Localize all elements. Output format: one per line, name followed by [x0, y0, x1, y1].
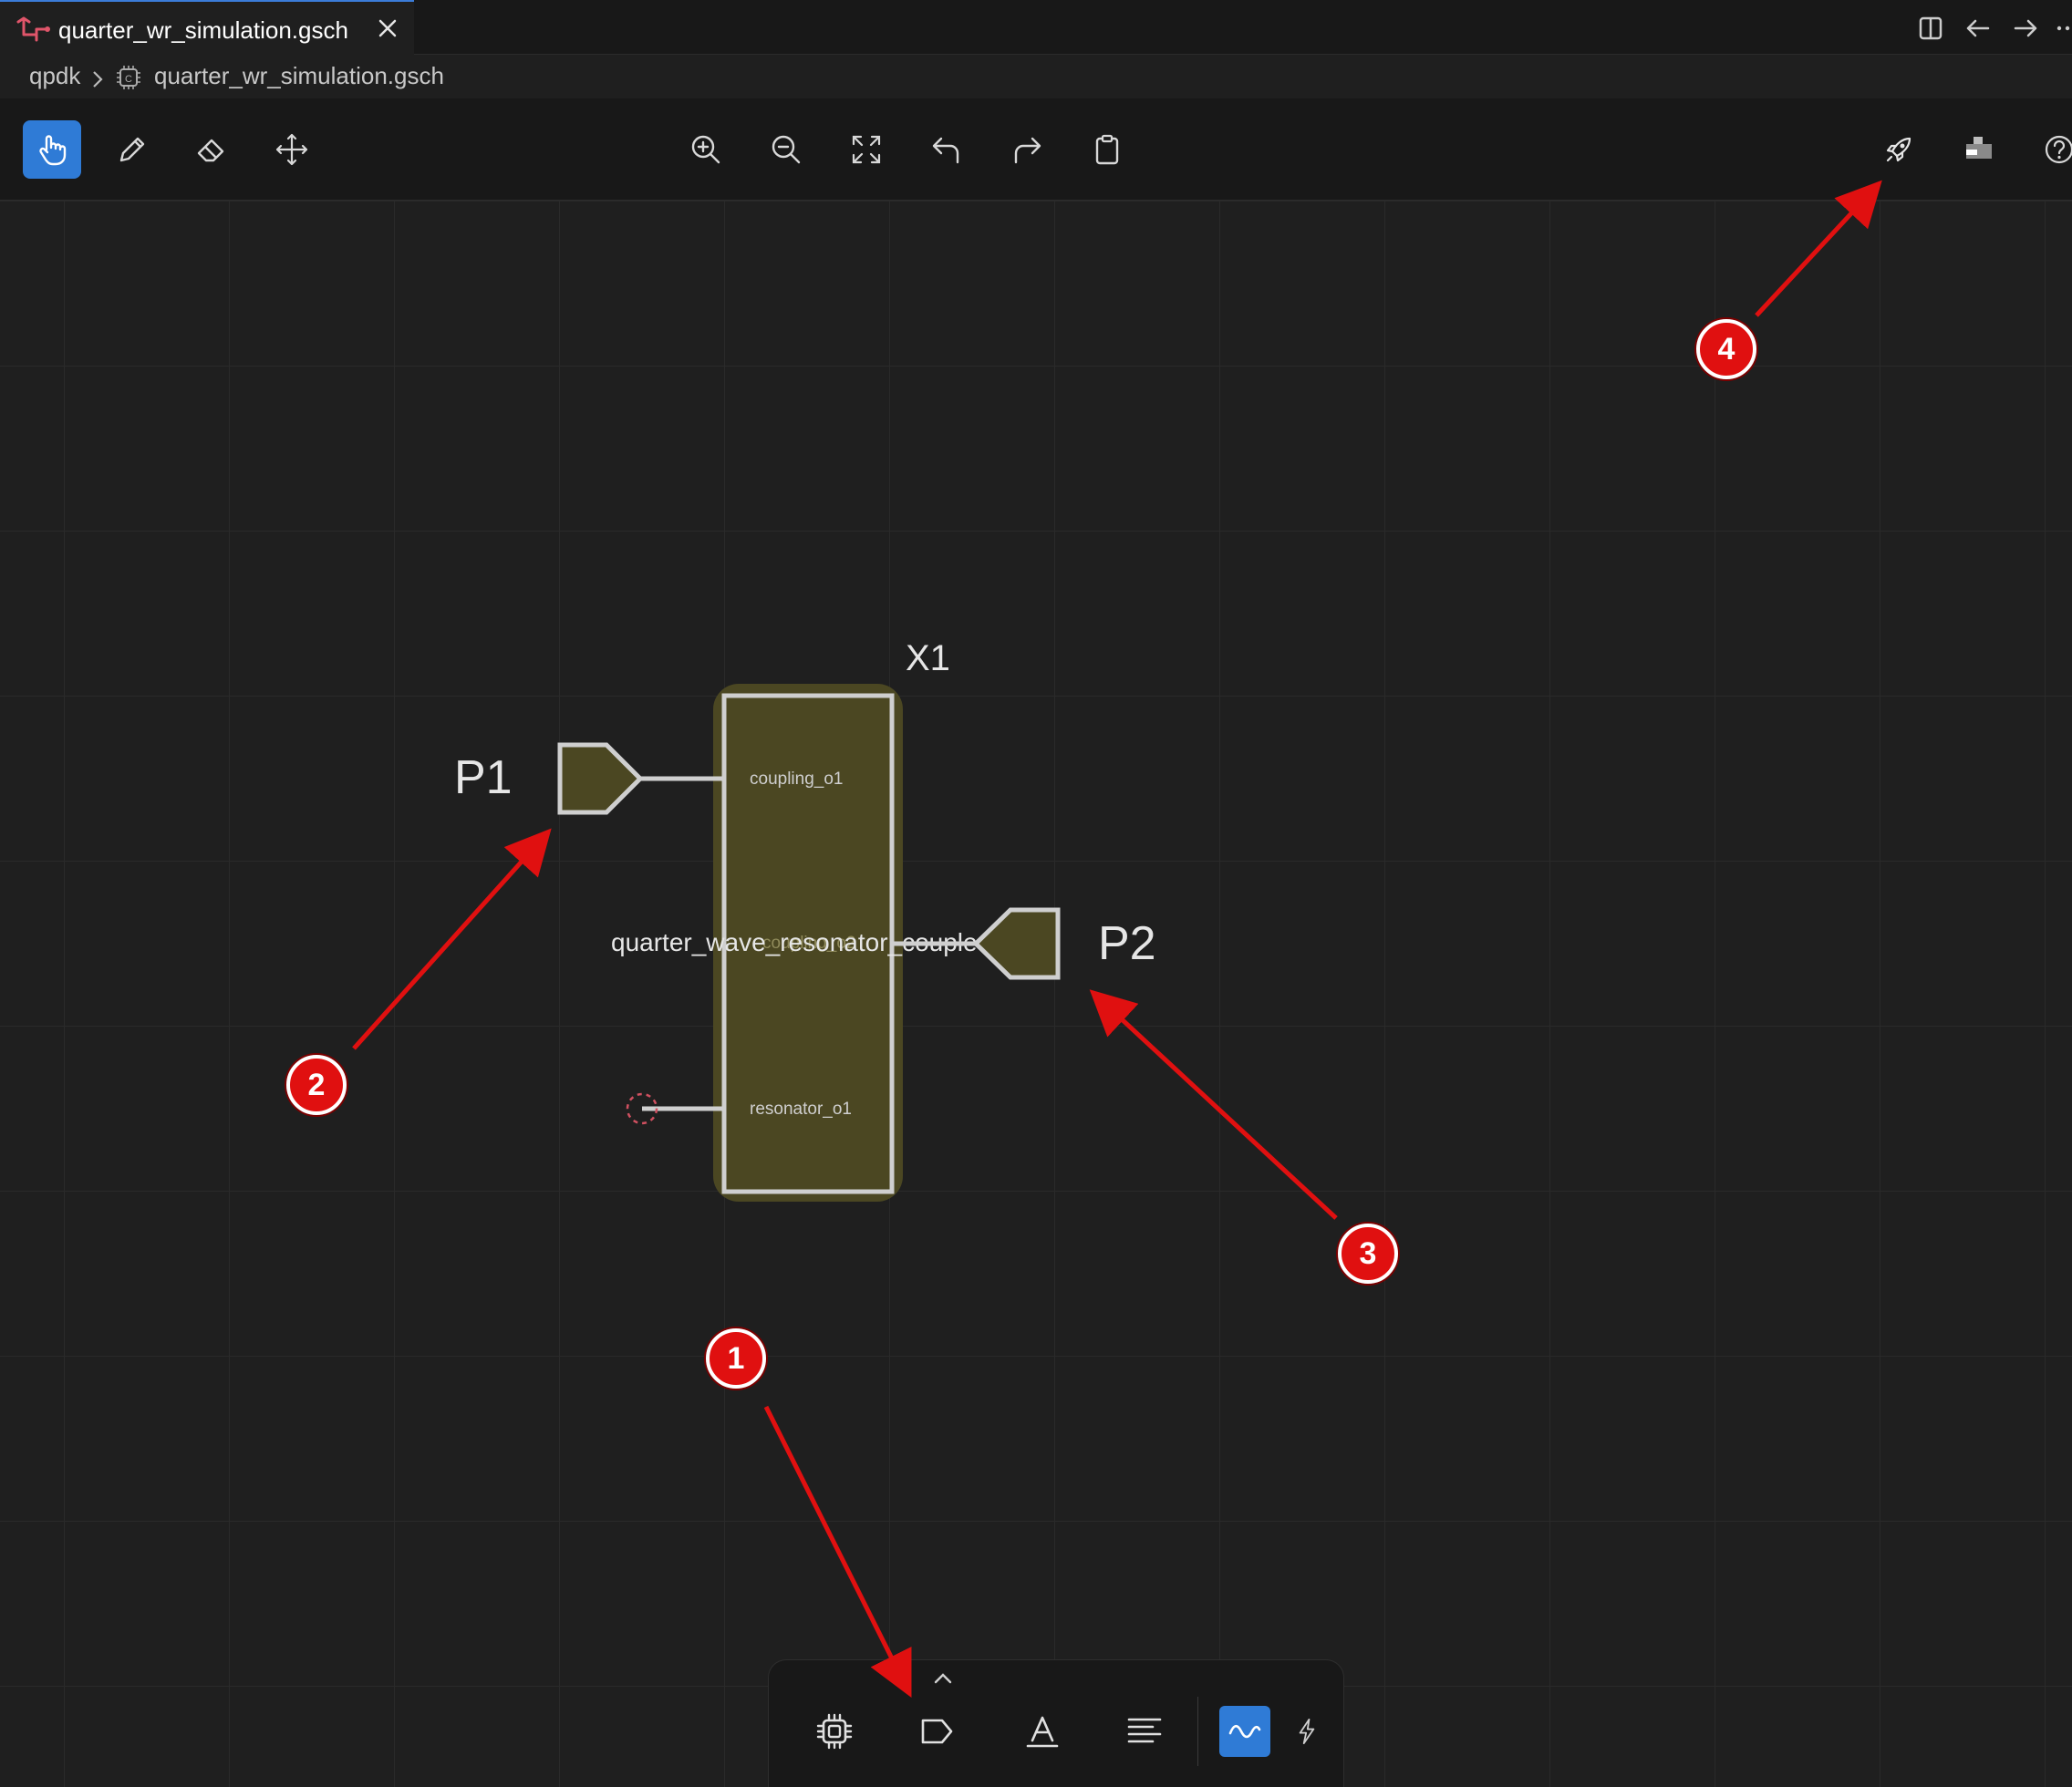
- eraser-icon: [197, 139, 224, 162]
- zoom-out-button[interactable]: [757, 120, 815, 179]
- pointer-tool-button[interactable]: [23, 120, 81, 179]
- redo-icon: [1014, 137, 1041, 164]
- split-editor-icon[interactable]: [1917, 15, 1944, 42]
- simulate-button[interactable]: [1870, 120, 1928, 179]
- move-tool-button[interactable]: [263, 120, 321, 179]
- redo-button[interactable]: [998, 120, 1056, 179]
- component-ref: X1: [906, 638, 950, 678]
- undo-icon: [932, 137, 959, 164]
- tab-title: quarter_wr_simulation.gsch: [58, 16, 348, 44]
- annotation-marker-3: 3: [1338, 1224, 1398, 1284]
- back-arrow-icon[interactable]: [1964, 15, 1992, 42]
- undo-button[interactable]: [917, 120, 976, 179]
- lightning-icon: [1299, 1719, 1315, 1744]
- chevron-right-icon: [93, 71, 103, 88]
- move-arrows-icon: [275, 133, 308, 166]
- port-p1-label: P1: [454, 751, 513, 804]
- help-button[interactable]: [2030, 120, 2072, 179]
- waveform-icon: [1228, 1724, 1261, 1739]
- schematic-chip-icon: C: [117, 66, 140, 89]
- zoom-out-icon: [772, 135, 801, 164]
- fit-view-icon: [852, 135, 881, 164]
- tab-actions: [1890, 0, 2072, 55]
- component-block-icon: [1966, 137, 1992, 159]
- lightning-button[interactable]: [1289, 1706, 1325, 1757]
- component-chip-button[interactable]: [809, 1706, 860, 1757]
- hand-pointer-icon: [39, 135, 67, 166]
- port-p1-symbol[interactable]: [557, 742, 644, 815]
- text-label-button[interactable]: [1017, 1706, 1068, 1757]
- align-left-icon: [1127, 1718, 1162, 1743]
- breadcrumb-root[interactable]: qpdk: [29, 62, 80, 90]
- eraser-tool-button[interactable]: [182, 120, 241, 179]
- bottom-dock: [768, 1659, 1344, 1787]
- tab-bar: quarter_wr_simulation.gsch: [0, 0, 2072, 55]
- component-panel-button[interactable]: [1950, 120, 2008, 179]
- chip-icon: [816, 1713, 853, 1750]
- pin-label-resonator-o1: resonator_o1: [750, 1100, 852, 1119]
- rocket-icon: [1886, 137, 1911, 162]
- annotation-marker-2: 2: [286, 1055, 347, 1115]
- chevron-up-icon[interactable]: [929, 1668, 957, 1689]
- zoom-in-icon: [691, 135, 720, 164]
- more-icon[interactable]: [2054, 15, 2072, 42]
- zoom-in-button[interactable]: [677, 120, 735, 179]
- svg-text:C: C: [125, 74, 132, 85]
- port-tag-button[interactable]: [911, 1706, 962, 1757]
- forward-arrow-icon[interactable]: [2012, 15, 2039, 42]
- breadcrumb-file[interactable]: quarter_wr_simulation.gsch: [154, 62, 444, 90]
- text-a-icon: [1026, 1716, 1059, 1748]
- annotation-marker-4: 4: [1696, 319, 1756, 379]
- pencil-tool-button[interactable]: [103, 120, 161, 179]
- waveform-button[interactable]: [1219, 1706, 1270, 1757]
- schematic-file-icon: [16, 16, 50, 42]
- fit-view-button[interactable]: [837, 120, 896, 179]
- clipboard-button[interactable]: [1078, 120, 1136, 179]
- editor-tab[interactable]: quarter_wr_simulation.gsch: [0, 0, 414, 55]
- pin-label-coupling-o1: coupling_o1: [750, 770, 843, 789]
- annotation-marker-1: 1: [706, 1328, 766, 1389]
- dock-separator: [1197, 1697, 1198, 1766]
- schematic-drawing: X1 coupling_o1 coupling_o2 resonator_o1 …: [454, 638, 1156, 1202]
- port-p2-symbol[interactable]: [972, 907, 1061, 980]
- clipboard-icon: [1095, 134, 1119, 165]
- breadcrumb: qpdk C quarter_wr_simulation.gsch: [0, 57, 2072, 97]
- port-p2-label: P2: [1098, 917, 1156, 970]
- schematic-toolbar: [0, 98, 2072, 201]
- close-icon[interactable]: [376, 16, 399, 40]
- align-text-button[interactable]: [1119, 1706, 1170, 1757]
- port-tag-icon: [921, 1719, 953, 1744]
- schematic-canvas[interactable]: X1 coupling_o1 coupling_o2 resonator_o1 …: [0, 201, 2072, 1787]
- pencil-icon: [119, 137, 145, 162]
- help-icon: [2045, 135, 2072, 164]
